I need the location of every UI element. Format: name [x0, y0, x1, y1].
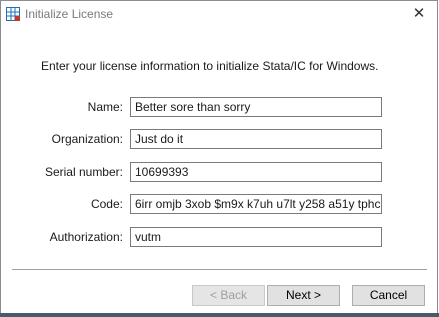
license-dialog: Initialize License ✕ Enter your license … [0, 0, 438, 316]
name-field[interactable]: Better sore than sorry [130, 97, 382, 117]
name-label: Name: [87, 100, 123, 114]
divider [12, 269, 427, 270]
code-label: Code: [90, 197, 123, 211]
serial-number-field[interactable]: 10699393 [130, 162, 382, 182]
code-field[interactable]: 6irr omjb 3xob $m9x k7uh u7lt y258 a51y … [130, 194, 382, 214]
authorization-label: Authorization: [49, 230, 123, 244]
title-bar[interactable]: Initialize License ✕ [1, 1, 437, 29]
background-strip [0, 313, 439, 317]
organization-field[interactable]: Just do it [130, 129, 382, 149]
close-icon[interactable]: ✕ [411, 6, 427, 22]
organization-label: Organization: [51, 132, 123, 146]
cancel-button[interactable]: Cancel [352, 285, 425, 306]
next-button[interactable]: Next > [267, 285, 340, 306]
authorization-field[interactable]: vutm [130, 227, 382, 247]
back-button[interactable]: < Back [192, 285, 265, 306]
serial-number-label: Serial number: [44, 165, 123, 179]
intro-text: Enter your license information to initia… [41, 59, 379, 73]
stata-app-icon [6, 7, 20, 21]
window-title: Initialize License [25, 7, 114, 21]
